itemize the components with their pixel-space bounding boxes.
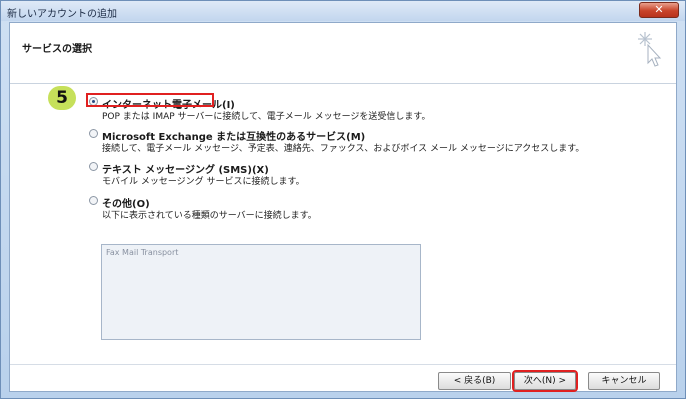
highlight-box — [86, 93, 214, 107]
option-description: 以下に表示されている種類のサーバーに接続します。 — [102, 211, 317, 221]
close-icon: ✕ — [654, 3, 664, 16]
list-item[interactable]: Fax Mail Transport — [106, 248, 178, 257]
transport-list[interactable]: Fax Mail Transport — [101, 244, 421, 340]
option-description: モバイル メッセージング サービスに接続します。 — [102, 177, 305, 187]
dialog-window: 新しいアカウントの追加 ✕ サービスの選択 インターネット電子メール(I) PO… — [0, 0, 686, 399]
wizard-content: サービスの選択 インターネット電子メール(I) POP または IMAP サーバ… — [9, 22, 677, 392]
radio-other[interactable] — [89, 196, 98, 205]
sparkle-cursor-icon — [638, 32, 662, 67]
radio-exchange[interactable] — [89, 129, 98, 138]
window-title: 新しいアカウントの追加 — [7, 9, 117, 20]
radio-sms[interactable] — [89, 162, 98, 171]
cancel-button[interactable]: キャンセル — [588, 372, 660, 390]
title-bar[interactable]: 新しいアカウントの追加 ✕ — [1, 1, 685, 21]
back-button[interactable]: < 戻る(B) — [438, 372, 511, 390]
option-description: POP または IMAP サーバーに接続して、電子メール メッセージを送受信しま… — [102, 112, 431, 122]
option-description: 接続して、電子メール メッセージ、予定表、連絡先、ファックス、およびボイス メー… — [102, 144, 585, 154]
step-badge: 5 — [48, 86, 76, 110]
page-title: サービスの選択 — [22, 44, 92, 55]
close-button[interactable]: ✕ — [639, 2, 679, 18]
next-button[interactable]: 次へ(N) > — [512, 370, 578, 392]
header-pane: サービスの選択 — [10, 23, 676, 84]
footer-divider — [10, 364, 676, 365]
